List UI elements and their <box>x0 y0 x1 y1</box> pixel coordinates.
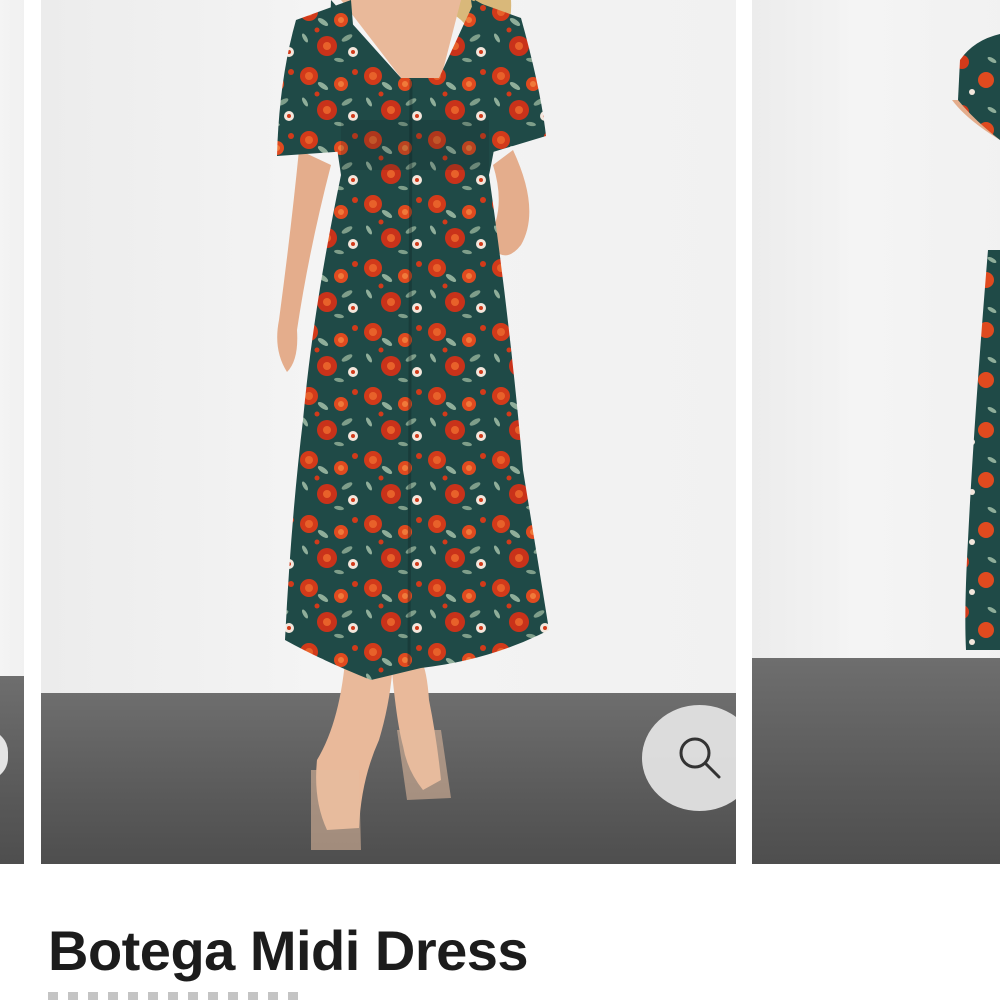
partially-visible-subtitle <box>48 992 308 1000</box>
gallery-slide-current <box>41 0 736 864</box>
model-photo <box>277 0 549 850</box>
gallery-slide-next[interactable] <box>752 0 1000 864</box>
gallery-slide-previous[interactable] <box>0 0 24 864</box>
model-photo-next <box>952 34 1000 650</box>
wall-background <box>0 0 24 676</box>
product-title: Botega Midi Dress <box>48 919 529 982</box>
product-image-gallery[interactable] <box>0 0 1000 864</box>
magnifier-icon <box>679 737 720 779</box>
